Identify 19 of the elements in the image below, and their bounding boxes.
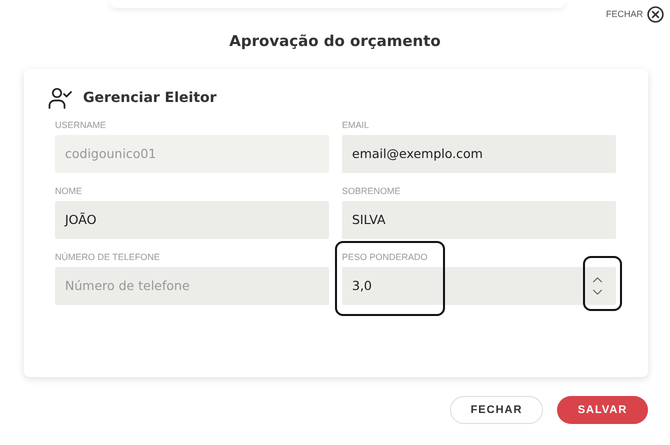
user-check-icon [48,87,72,109]
field-label: USERNAME [55,119,108,131]
input-field[interactable]: SILVA [342,201,616,239]
close-button[interactable]: FECHAR [606,5,664,23]
field-label: SOBRENOME [342,185,402,197]
input-field[interactable]: JOÃO [55,201,329,239]
field-label: EMAIL [342,119,370,131]
close-icon [647,6,664,22]
field-label: NÚMERO DE TELEFONE [55,251,161,263]
close-button[interactable]: FECHAR [450,396,543,424]
input-field[interactable]: email@exemplo.com [342,135,616,173]
chevron-down-icon[interactable] [592,289,603,295]
dialog-title: Aprovação do orçamento [228,32,442,52]
field-label: NOME [55,185,83,197]
field-label: PESO PONDERADO [342,251,429,263]
number-field[interactable]: 3,0 [342,267,616,305]
chevron-up-icon[interactable] [592,277,603,283]
section-title: Gerenciar Eleitor [83,90,217,106]
save-button[interactable]: SALVAR [557,396,648,424]
